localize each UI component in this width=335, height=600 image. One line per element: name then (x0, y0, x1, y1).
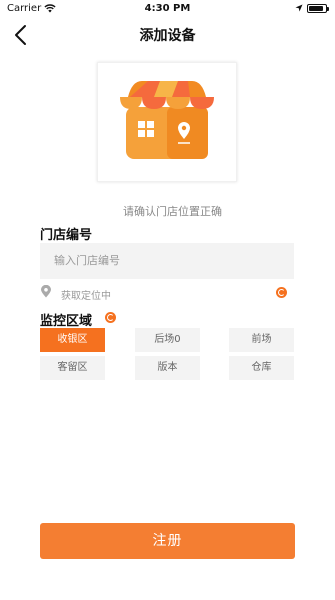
area-button[interactable]: 客留区 (40, 356, 105, 380)
location-pin-icon (41, 285, 51, 298)
register-button[interactable]: 注册 (40, 523, 295, 559)
status-time: 4:30 PM (144, 3, 191, 14)
area-button[interactable]: 前场 (229, 328, 294, 352)
refresh-location-icon[interactable] (276, 287, 287, 298)
area-button[interactable]: 仓库 (229, 356, 294, 380)
area-button[interactable]: 后场0 (135, 328, 200, 352)
location-arrow-icon (295, 4, 303, 12)
store-illustration (97, 62, 237, 182)
monitor-area-label: 监控区域 (40, 314, 93, 329)
store-id-input[interactable]: 输入门店编号 (40, 243, 294, 279)
nav-bar: 添加设备 (0, 20, 335, 50)
battery-icon (307, 4, 329, 13)
area-button[interactable]: 收银区 (40, 328, 105, 352)
location-hint: 请确认门店位置正确 (123, 205, 222, 218)
store-id-label: 门店编号 (40, 228, 93, 243)
battery-level (309, 6, 323, 11)
store-icon (120, 81, 214, 159)
area-button[interactable]: 版本 (135, 356, 200, 380)
location-row: 获取定位中 (40, 285, 294, 302)
status-bar: Carrier 4:30 PM (0, 0, 335, 20)
page-title: 添加设备 (139, 28, 196, 44)
refresh-area-icon[interactable] (105, 312, 116, 323)
location-status: 获取定位中 (61, 291, 111, 302)
